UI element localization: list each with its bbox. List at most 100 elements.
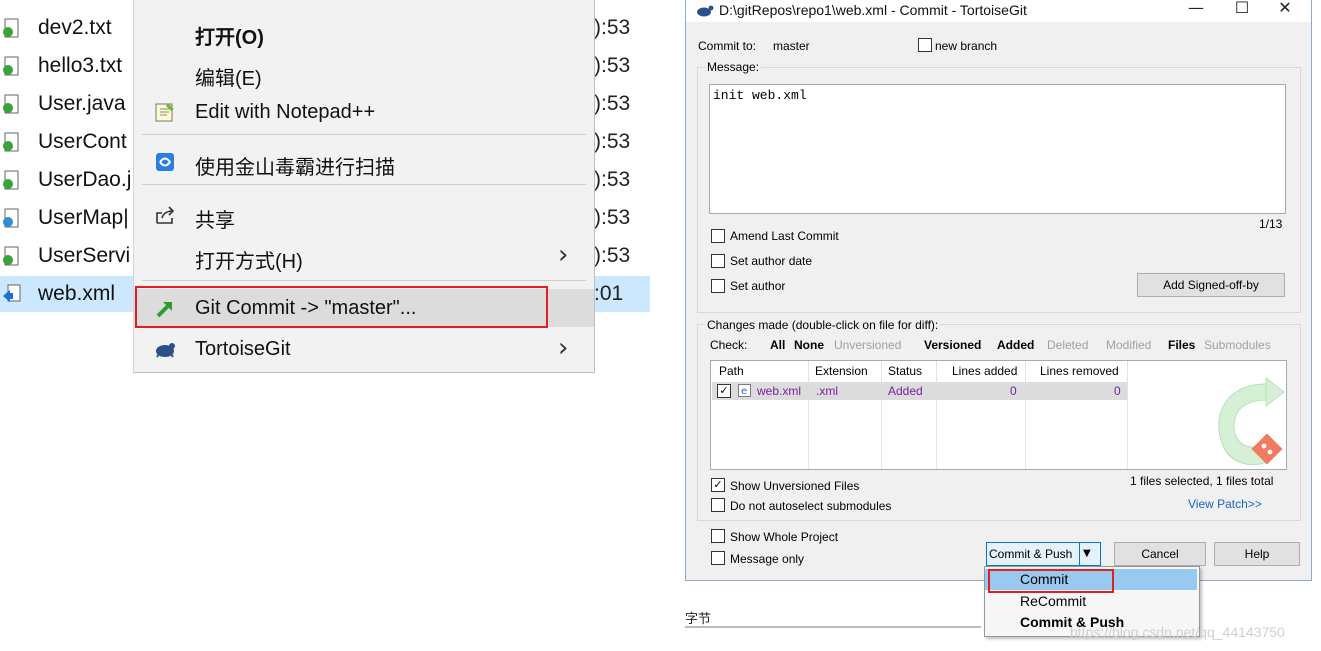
menu-item-edit[interactable]: 编辑(E)	[134, 54, 594, 92]
text-file-icon	[3, 56, 19, 76]
menu-item-open-with[interactable]: 打开方式(H) ›	[134, 237, 594, 275]
char-count: 1/13	[1259, 217, 1283, 231]
xml-file-icon	[3, 284, 21, 302]
java-file-icon	[3, 94, 19, 114]
svg-text:e: e	[741, 386, 747, 397]
watermark-text: https://blog.csdn.net/qq_44143750	[1070, 624, 1285, 640]
branch-name: master	[773, 39, 810, 53]
changed-files-list[interactable]: Path Extension Status Lines added Lines …	[710, 360, 1287, 470]
new-branch-checkbox[interactable]	[918, 38, 932, 52]
filter-versioned[interactable]: Versioned	[924, 338, 981, 352]
close-button[interactable]: ✕	[1262, 0, 1308, 20]
menu-separator	[142, 184, 586, 185]
filter-all[interactable]: All	[770, 338, 785, 352]
filter-files[interactable]: Files	[1168, 338, 1195, 352]
menu-item-edit-notepad[interactable]: Edit with Notepad++	[134, 93, 594, 131]
amend-checkbox[interactable]	[711, 229, 725, 243]
filter-deleted[interactable]: Deleted	[1047, 338, 1088, 352]
column-path[interactable]: Path	[719, 364, 744, 378]
menu-item-label: Edit with Notepad++	[195, 101, 376, 123]
file-time: ):53	[594, 130, 631, 153]
notepad-plus-plus-icon	[155, 103, 174, 122]
table-row[interactable]: ✓ e web.xml .xml Added 0 0	[712, 382, 1127, 400]
dialog-titlebar: D:\gitRepos\repo1\web.xml - Commit - Tor…	[686, 0, 1311, 22]
file-name: UserServi	[38, 244, 131, 267]
commit-to-label: Commit to:	[698, 39, 757, 53]
file-name: UserDao.j	[38, 168, 132, 191]
file-time: :01	[594, 282, 624, 305]
cancel-button[interactable]: Cancel	[1114, 542, 1206, 566]
column-lines-removed[interactable]: Lines removed	[1040, 364, 1119, 378]
view-patch-link[interactable]: View Patch>>	[1188, 497, 1262, 511]
column-extension[interactable]: Extension	[815, 364, 868, 378]
changes-label: Changes made (double-click on file for d…	[705, 318, 941, 332]
highlight-box-commit	[988, 569, 1114, 593]
size-unit-label: 字节	[685, 611, 712, 626]
chevron-right-icon: ›	[558, 333, 569, 363]
file-name: hello3.txt	[38, 54, 123, 77]
minimize-button[interactable]: —	[1173, 0, 1219, 20]
column-divider	[936, 361, 937, 469]
menu-item-tortoisegit[interactable]: TortoiseGit ›	[134, 330, 594, 368]
split-divider	[1079, 543, 1080, 565]
menu-item-label: 打开方式(H)	[195, 251, 303, 273]
show-unversioned-checkbox[interactable]: ✓	[711, 478, 725, 492]
filter-submodules[interactable]: Submodules	[1204, 338, 1271, 352]
menu-item-virus-scan[interactable]: 使用金山毒霸进行扫描	[134, 143, 594, 181]
commit-push-split-button[interactable]: Commit & Push ▼	[986, 542, 1101, 566]
dropdown-arrow-icon[interactable]: ▼	[1083, 543, 1091, 565]
menu-separator	[142, 280, 586, 281]
message-only-label: Message only	[730, 552, 805, 566]
message-label: Message:	[705, 60, 762, 74]
column-status[interactable]: Status	[888, 364, 922, 378]
file-status: Added	[888, 384, 923, 398]
filter-modified[interactable]: Modified	[1106, 338, 1151, 352]
maximize-button[interactable]: ☐	[1219, 0, 1265, 20]
file-explorer: dev2.txt ):53 hello3.txt ):53 User.java …	[0, 0, 660, 380]
antivirus-scan-icon	[156, 153, 174, 171]
file-name: User.java	[38, 92, 126, 115]
amend-label: Amend Last Commit	[730, 229, 839, 243]
tortoisegit-icon	[697, 5, 714, 17]
message-text: init web.xml	[713, 88, 807, 103]
show-unversioned-label: Show Unversioned Files	[730, 479, 860, 493]
file-checkbox[interactable]: ✓	[717, 384, 731, 398]
set-author-checkbox[interactable]	[711, 279, 725, 293]
message-only-checkbox[interactable]	[711, 551, 725, 565]
author-date-checkbox[interactable]	[711, 254, 725, 268]
selection-summary: 1 files selected, 1 files total	[1130, 474, 1274, 488]
file-name: web.xml	[38, 282, 116, 305]
file-time: ):53	[594, 92, 631, 115]
message-textarea[interactable]: init web.xml	[709, 84, 1286, 214]
column-divider	[1127, 361, 1128, 469]
java-file-icon	[3, 246, 19, 266]
tortoisegit-icon	[156, 343, 175, 358]
file-path: web.xml	[757, 384, 802, 398]
filter-added[interactable]: Added	[997, 338, 1034, 352]
java-file-icon	[3, 132, 19, 152]
dropdown-item-recommit[interactable]: ReCommit	[985, 591, 1197, 612]
no-autoselect-checkbox[interactable]	[711, 498, 725, 512]
menu-separator	[142, 134, 586, 135]
commit-push-label[interactable]: Commit & Push	[989, 543, 1072, 565]
column-divider	[808, 361, 809, 469]
footer-divider	[685, 626, 981, 628]
file-name: UserCont	[38, 130, 127, 153]
file-lines-added: 0	[1010, 384, 1017, 398]
filter-unversioned[interactable]: Unversioned	[834, 338, 901, 352]
show-whole-project-checkbox[interactable]	[711, 529, 725, 543]
column-lines-added[interactable]: Lines added	[952, 364, 1017, 378]
menu-item-label: 使用金山毒霸进行扫描	[195, 157, 395, 179]
xml-file-icon: e	[738, 384, 751, 397]
file-name: UserMap|	[38, 206, 129, 229]
file-lines-removed: 0	[1114, 384, 1121, 398]
file-time: ):53	[594, 16, 631, 39]
add-signed-off-button[interactable]: Add Signed-off-by	[1137, 273, 1285, 297]
set-author-label: Set author	[730, 279, 786, 293]
show-whole-project-label: Show Whole Project	[730, 530, 839, 544]
menu-item-open[interactable]: 打开(O)	[134, 13, 594, 51]
filter-none[interactable]: None	[794, 338, 824, 352]
help-button[interactable]: Help	[1214, 542, 1300, 566]
file-time: ):53	[594, 168, 631, 191]
menu-item-share[interactable]: 共享	[134, 196, 594, 234]
